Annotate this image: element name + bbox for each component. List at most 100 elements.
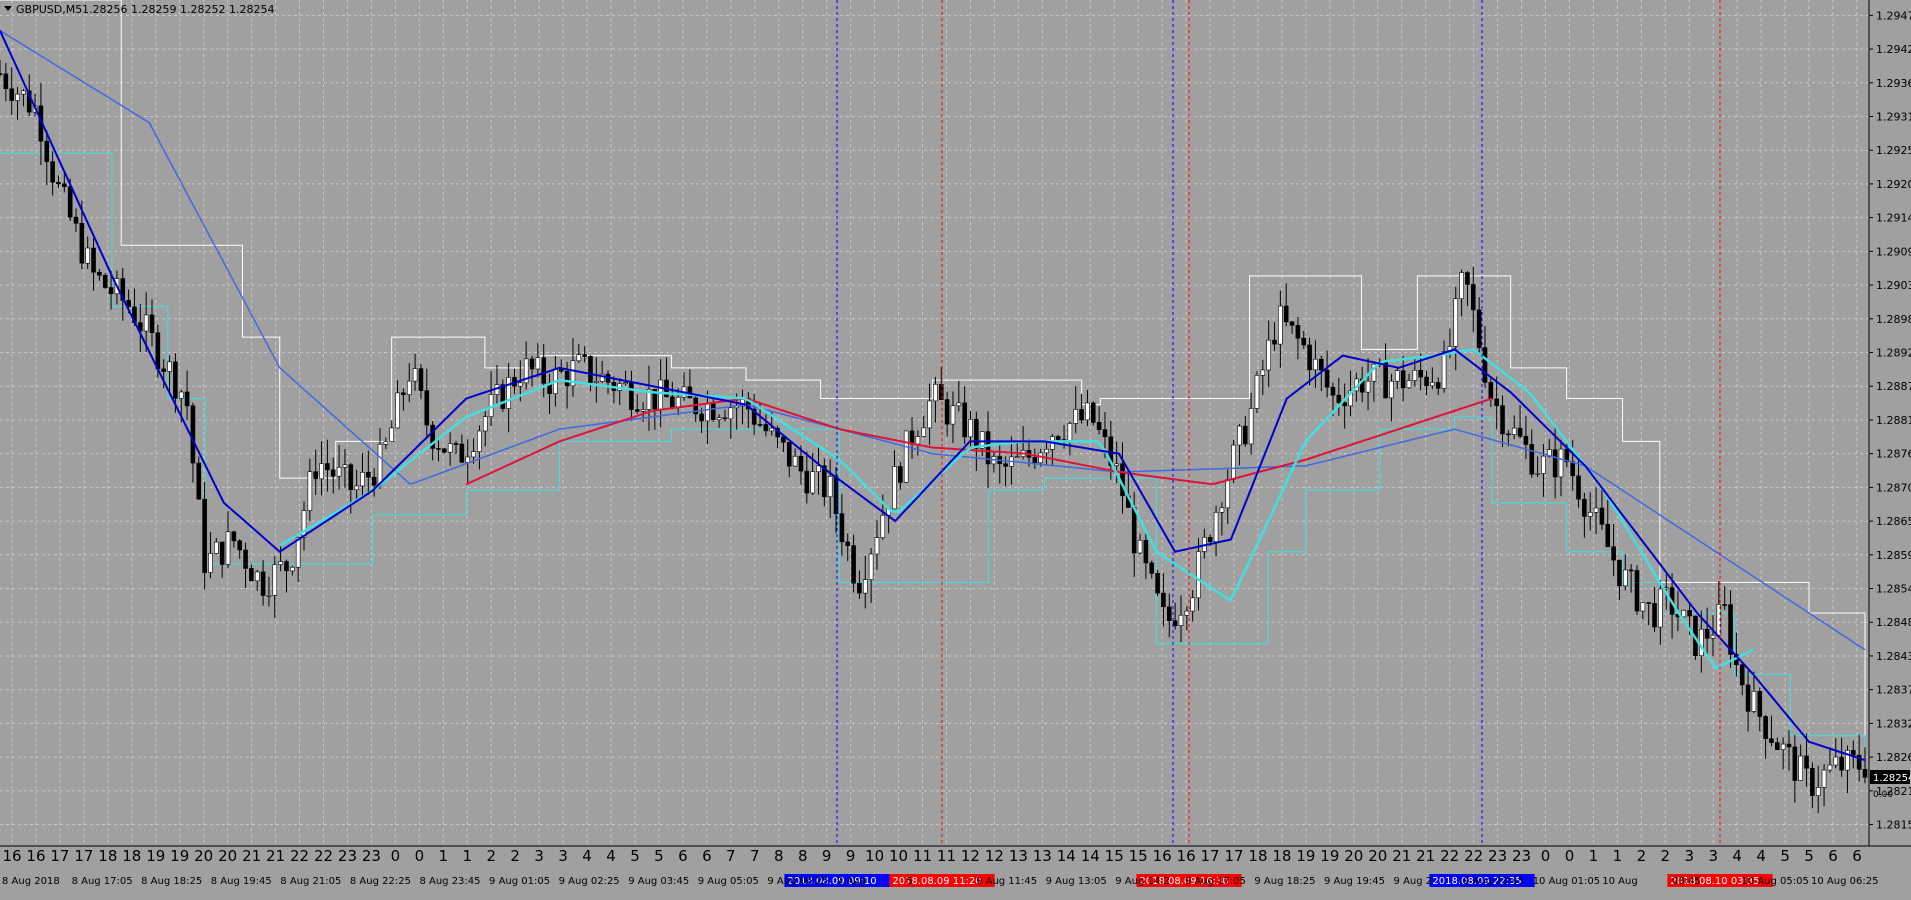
price-tick-label: 1.29310 xyxy=(1876,110,1911,123)
hour-tick-label: 1 xyxy=(462,847,472,865)
date-tick-label: 8 Aug 2018 xyxy=(2,876,60,887)
price-tick-label: 1.29420 xyxy=(1876,43,1911,56)
price-tick-label: 1.29090 xyxy=(1876,245,1911,258)
date-tick-label: 10 Aug 05:05 xyxy=(1741,876,1808,887)
hour-tick-label: 19 xyxy=(170,847,189,865)
hour-tick-label: 23 xyxy=(362,847,381,865)
hour-tick-label: 12 xyxy=(985,847,1004,865)
price-tick-label: 1.28815 xyxy=(1876,414,1911,427)
current-price-tag: 1.28254 xyxy=(1870,770,1911,784)
hour-tick-label: 16 xyxy=(1177,847,1196,865)
hour-tick-label: 7 xyxy=(726,847,736,865)
price-tick-label: 1.28760 xyxy=(1876,448,1911,461)
chart-canvas[interactable]: 2018.08.09 09:102018.08.09 11:20202018.0… xyxy=(0,0,1911,900)
candle xyxy=(1155,570,1160,597)
hour-tick-label: 21 xyxy=(1392,847,1411,865)
date-tick-label: 9 Aug 05:05 xyxy=(698,876,759,887)
date-tick-label: 10 Aug 06:25 xyxy=(1811,876,1878,887)
price-tick-label: 1.28485 xyxy=(1876,616,1911,629)
price-tick-label: 1.29035 xyxy=(1876,279,1911,292)
candle xyxy=(1231,439,1236,484)
hour-tick-label: 21 xyxy=(266,847,285,865)
hour-tick-label: 9 xyxy=(846,847,856,865)
date-tick-label: 9 Aug 13:05 xyxy=(1046,876,1107,887)
hour-tick-label: 11 xyxy=(913,847,932,865)
hour-tick-label: 17 xyxy=(1224,847,1243,865)
date-tick-label: 9 Aug 03:45 xyxy=(628,876,689,887)
hour-tick-label: 21 xyxy=(1416,847,1435,865)
price-tick-label: 1.28320 xyxy=(1876,717,1911,730)
hour-tick-label: 5 xyxy=(654,847,664,865)
hour-tick-label: 16 xyxy=(26,847,45,865)
date-tick-label: 8 Aug 23:45 xyxy=(419,876,480,887)
price-tick-label: 1.29200 xyxy=(1876,178,1911,191)
date-tick-label: 9 Aug 2 xyxy=(1394,876,1433,887)
date-tick-label: 9 Aug 23:45 xyxy=(1463,876,1524,887)
hour-tick-label: 3 xyxy=(1684,847,1694,865)
hour-tick-label: 3 xyxy=(534,847,544,865)
hour-tick-label: 3 xyxy=(558,847,568,865)
date-tick-label: 9 Aug 18:25 xyxy=(1254,876,1315,887)
price-axis[interactable]: 1.29475 1.29420 1.29365 1.29310 1.29255 1.292… xyxy=(1869,9,1911,832)
hour-tick-label: 20 xyxy=(1344,847,1363,865)
date-tick-label: 9 Aug 06:25 xyxy=(767,876,828,887)
price-tick-label: 1.28430 xyxy=(1876,650,1911,663)
date-tick-label: 9 Aug 11:45 xyxy=(976,876,1037,887)
price-tick-label: 1.29145 xyxy=(1876,212,1911,225)
hour-tick-label: 22 xyxy=(1440,847,1459,865)
hour-tick-label: 5 xyxy=(1780,847,1790,865)
hour-tick-label: 13 xyxy=(1009,847,1028,865)
hour-tick-label: 23 xyxy=(1488,847,1507,865)
candle xyxy=(1254,371,1260,413)
hour-tick-label: 5 xyxy=(1804,847,1814,865)
candle xyxy=(1090,401,1096,426)
hour-tick-label: 0 xyxy=(1541,847,1551,865)
price-tick-label: 1.29365 xyxy=(1876,77,1911,90)
hour-tick-label: 15 xyxy=(1105,847,1124,865)
hour-tick-label: 6 xyxy=(702,847,712,865)
hour-tick-label: 16 xyxy=(1153,847,1172,865)
date-tick-label: 8 Aug 22:25 xyxy=(350,876,411,887)
hour-tick-label: 6 xyxy=(678,847,688,865)
hour-tick-label: 2 xyxy=(486,847,496,865)
date-tick-label: 9 Aug 01:05 xyxy=(489,876,550,887)
price-tick-label: 1.28705 xyxy=(1876,481,1911,494)
hour-tick-label: 0 xyxy=(391,847,401,865)
date-tick-label: 9 Aug 02:25 xyxy=(559,876,620,887)
hour-tick-label: 4 xyxy=(606,847,616,865)
candle xyxy=(196,456,202,500)
date-tick-label: 8 Aug 19:45 xyxy=(211,876,272,887)
hour-tick-label: 4 xyxy=(1732,847,1742,865)
hour-tick-label: 18 xyxy=(1248,847,1267,865)
hour-tick-label: 12 xyxy=(961,847,980,865)
hour-tick-label: 14 xyxy=(1081,847,1100,865)
hour-tick-label: 2 xyxy=(1637,847,1647,865)
hour-tick-label: 5 xyxy=(630,847,640,865)
hour-tick-label: 19 xyxy=(1296,847,1315,865)
date-tick-label: 03:45 xyxy=(1672,876,1701,887)
price-tick-label: 1.28650 xyxy=(1876,515,1911,528)
hour-tick-label: 15 xyxy=(1129,847,1148,865)
hour-tick-label: 22 xyxy=(1464,847,1483,865)
price-tick-label: 1.29475 xyxy=(1876,9,1911,22)
hour-tick-label: 2 xyxy=(1661,847,1671,865)
chart-window[interactable]: 2018.08.09 09:102018.08.09 11:20202018.0… xyxy=(0,0,1911,900)
date-tick-label: 9 Aug 19:45 xyxy=(1324,876,1385,887)
hour-tick-label: 11 xyxy=(937,847,956,865)
hour-tick-label: 0 xyxy=(1565,847,1575,865)
hour-tick-label: 13 xyxy=(1033,847,1052,865)
date-tick-label: 8 Aug 18:25 xyxy=(141,876,202,887)
hour-tick-label: 4 xyxy=(1756,847,1766,865)
price-tick-label: 1.28925 xyxy=(1876,347,1911,360)
candle xyxy=(903,430,909,483)
date-tick-label: 8 Aug 17:05 xyxy=(72,876,133,887)
hour-tick-label: 10 xyxy=(865,847,884,865)
hour-tick-label: 2 xyxy=(510,847,520,865)
hour-tick-label: 17 xyxy=(50,847,69,865)
plot-area[interactable] xyxy=(0,0,1869,846)
ohlc-label: 1.28256 1.28259 1.28252 1.28254 xyxy=(82,3,274,16)
price-tick-label: 1.28375 xyxy=(1876,684,1911,697)
hour-tick-label: 8 xyxy=(774,847,784,865)
hour-tick-label: 19 xyxy=(1320,847,1339,865)
hour-tick-label: 7 xyxy=(750,847,760,865)
